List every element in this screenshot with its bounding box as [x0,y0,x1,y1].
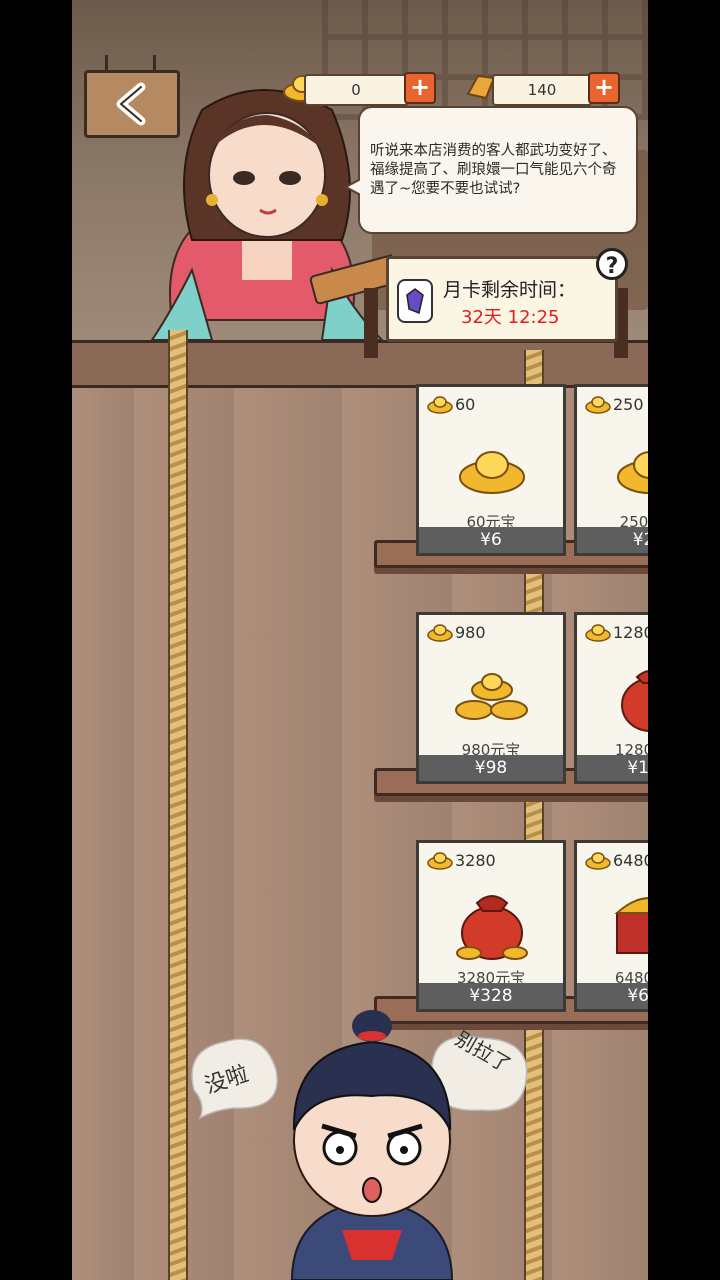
shop-item-980[interactable]: 980 980元宝 ¥98 [416,612,566,784]
ingot-mini-icon [585,852,611,870]
item-amount: 6480 [613,851,648,870]
item-price: ¥6 [419,527,563,553]
item-amount: 3280 [455,851,496,870]
item-price: ¥128 [577,755,648,781]
ingot-mini-icon [427,624,453,642]
shop-item-3280[interactable]: 3280 3280元宝 ¥328 [416,840,566,1012]
item-price: ¥648 [577,983,648,1009]
month-card-remaining: 32天 12:25 [461,307,560,328]
gold-ingot-count: 0 [351,81,361,99]
plank [72,380,137,1280]
ingot-mini-icon [585,624,611,642]
month-card-title: 月卡剩余时间： [443,279,577,301]
shop-item-6480[interactable]: 6480 6480元宝 ¥648 [574,840,648,1012]
ingot-mini-icon [585,396,611,414]
month-card-icon [397,279,433,323]
dialog-text: 听说来本店消费的客人都武功变好了、福缘提高了、刷琅嬛一口气能见六个奇遇了~您要不… [370,143,617,197]
item-amount: 60 [455,395,476,414]
back-arrow-icon [116,82,146,126]
rope-left[interactable] [168,330,188,1280]
gold-bar-count: 140 [527,81,557,99]
item-price: ¥25 [577,527,648,553]
gold-ingots-icon [617,451,648,494]
month-card-panel[interactable]: 月卡剩余时间： 32天 12:25 [386,256,618,342]
help-button[interactable]: ? [596,248,628,280]
month-card-sign: 月卡剩余时间： 32天 12:25 [364,248,628,358]
sign-post [364,288,378,358]
shopkeeper-dialog: 听说来本店消费的客人都武功变好了、福缘提高了、刷琅嬛一口气能见六个奇遇了~您要不… [344,106,638,234]
treasure-chest-icon [614,897,648,954]
shop-item-1280[interactable]: 1280 1280元宝 ¥128 [574,612,648,784]
gold-ingot-icon [459,451,525,494]
gold-ingot-counter: 0 [304,74,408,106]
game-stage: 0 + 140 + 听说来本店消费的客人都武功变好了、福缘提高了、刷琅嬛一口气能… [72,0,648,1280]
add-gold-bar-button[interactable]: + [588,72,620,104]
money-bag-icon [456,895,528,960]
shop-item-250[interactable]: 250 250元宝 ¥25 [574,384,648,556]
add-gold-ingot-button[interactable]: + [404,72,436,104]
ingot-mini-icon [427,396,453,414]
money-bag-icon [621,670,648,732]
gold-ingot-pile-icon [455,673,528,720]
back-button[interactable] [84,55,180,138]
boy-character [290,1010,454,1280]
gold-bar-counter: 140 [492,74,592,106]
item-amount: 980 [455,623,486,642]
hanging-string [105,55,108,73]
item-amount: 1280 [613,623,648,642]
item-amount: 250 [613,395,644,414]
ingot-mini-icon [427,852,453,870]
hanging-string [153,55,156,73]
shop-item-60[interactable]: 60 60元宝 ¥6 [416,384,566,556]
item-price: ¥98 [419,755,563,781]
